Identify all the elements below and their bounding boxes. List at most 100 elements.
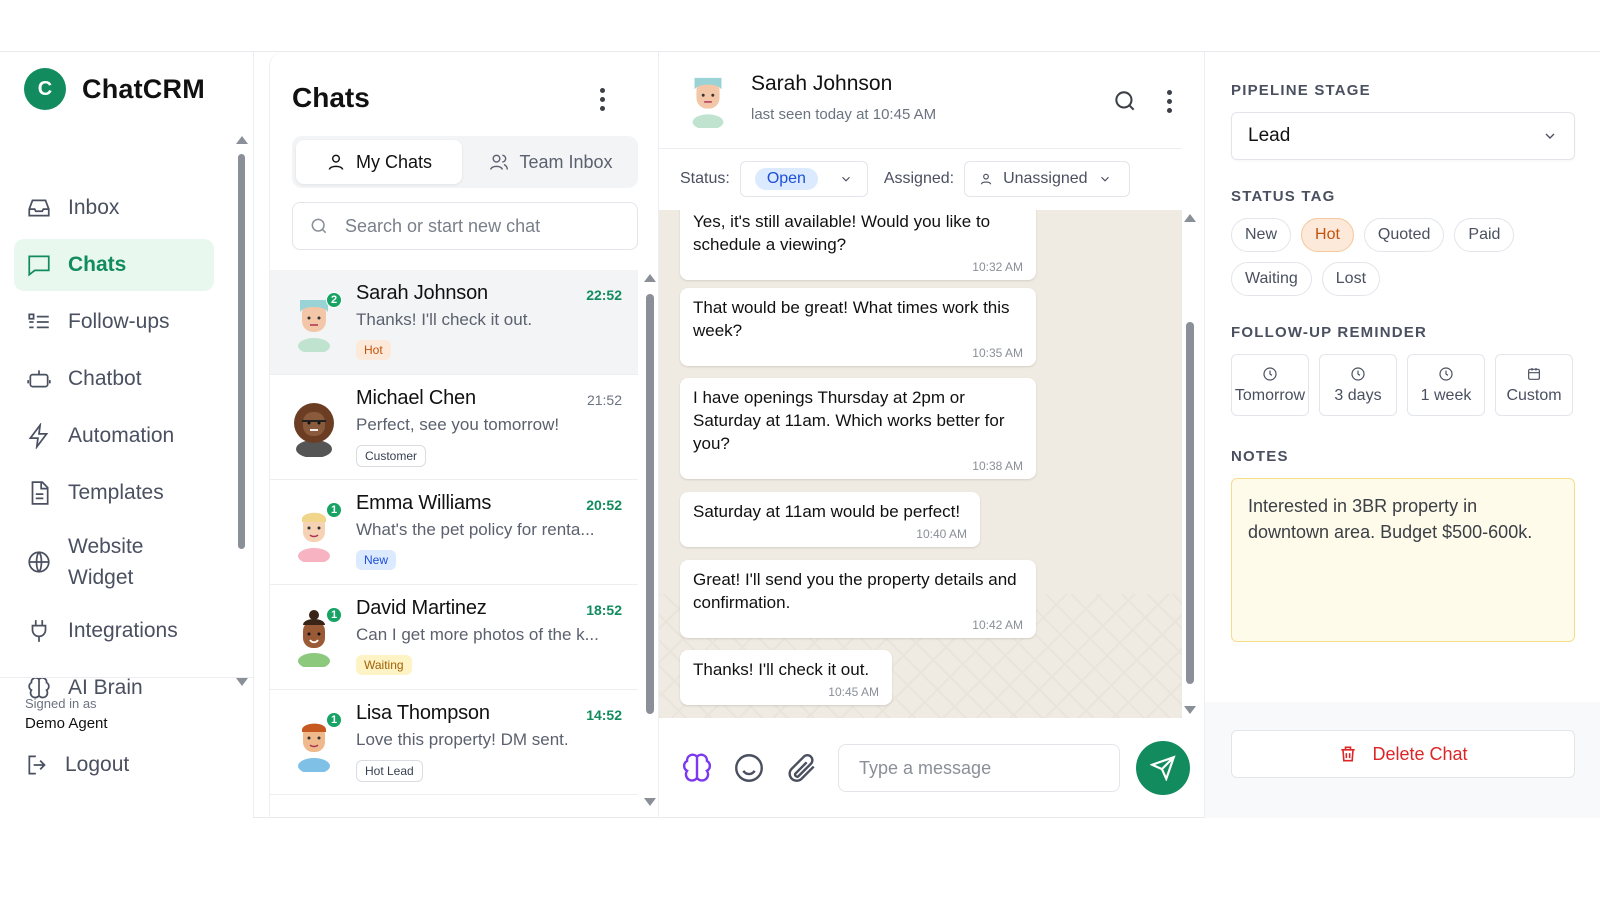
chat-tag: Waiting (356, 655, 412, 675)
message-text: Great! I'll send you the property detail… (693, 570, 1017, 612)
scroll-thumb[interactable] (238, 154, 245, 549)
reminder-1-week[interactable]: 1 week (1407, 354, 1485, 416)
reminder-3-days[interactable]: 3 days (1319, 354, 1397, 416)
message-bubble[interactable]: That would be great! What times work thi… (680, 288, 1036, 366)
logout-button[interactable]: Logout (25, 752, 253, 778)
send-button[interactable] (1136, 741, 1190, 795)
chat-time: 21:52 (586, 392, 622, 408)
message-time: 10:38 AM (972, 459, 1023, 473)
trash-icon (1341, 746, 1356, 762)
message-bubble[interactable]: Yes, it's still available! Would you lik… (680, 210, 1036, 280)
tab-label: My Chats (355, 151, 433, 172)
chat-item-lisa-thompson[interactable]: 1 Lisa Thompson 14:52 Love this property… (270, 690, 638, 795)
tab-team-inbox[interactable]: Team Inbox (468, 140, 634, 184)
chat-list-scrollbar[interactable] (644, 274, 656, 806)
sidebar-item-templates[interactable]: Templates (14, 467, 214, 519)
chat-time: 18:52 (586, 602, 622, 618)
assigned-select[interactable]: Unassigned (964, 160, 1131, 197)
delete-chat-button[interactable]: Delete Chat (1231, 730, 1575, 778)
status-tag-waiting[interactable]: Waiting (1231, 262, 1312, 296)
sidebar-item-chatbot[interactable]: Chatbot (14, 353, 214, 405)
pipeline-stage-heading: PIPELINE STAGE (1231, 82, 1371, 99)
search-input[interactable] (345, 215, 625, 237)
status-tag-heading: STATUS TAG (1231, 188, 1336, 205)
reminder-custom[interactable]: Custom (1495, 354, 1573, 416)
chat-item-emma-williams[interactable]: 1 Emma Williams 20:52 What's the pet pol… (270, 480, 638, 585)
chats-more-icon[interactable] (600, 88, 606, 112)
brand[interactable]: C ChatCRM (24, 68, 205, 110)
status-tag-lost[interactable]: Lost (1321, 262, 1381, 296)
message-text: That would be great! What times work thi… (693, 298, 1010, 340)
sidebar-item-inbox[interactable]: Inbox (14, 182, 214, 234)
user-icon (980, 173, 992, 185)
message-time: 10:35 AM (972, 346, 1023, 360)
chats-panel: Chats My Chats Team Inbox 2 Sarah Johnso… (269, 52, 659, 818)
chat-tag: Hot (356, 340, 391, 360)
emoji-button[interactable] (732, 751, 766, 785)
follow-up-options: Tomorrow 3 days 1 week Custom (1231, 354, 1573, 416)
logout-label: Logout (65, 753, 130, 776)
account-section: Signed in as Demo Agent Logout (0, 677, 253, 778)
pipeline-stage-select[interactable]: Lead (1231, 112, 1575, 160)
sidebar-item-website-widget[interactable]: Website Widget (14, 524, 214, 600)
sidebar-item-label: Follow-ups (68, 310, 170, 333)
sidebar-item-follow-ups[interactable]: Follow-ups (14, 296, 214, 348)
scroll-up-arrow-icon[interactable] (236, 136, 248, 144)
sidebar-scrollbar[interactable] (236, 136, 248, 686)
chat-item-michael-chen[interactable]: Michael Chen 21:52 Perfect, see you tomo… (270, 375, 638, 480)
notes-heading: NOTES (1231, 448, 1289, 465)
message-bubble[interactable]: Great! I'll send you the property detail… (680, 560, 1036, 638)
message-bubble[interactable]: Thanks! I'll check it out. 10:45 AM (680, 650, 892, 705)
status-select[interactable]: Open (739, 160, 868, 197)
pipeline-stage-value: Lead (1248, 125, 1291, 146)
chat-tag: New (356, 550, 397, 570)
ai-brain-button[interactable] (680, 751, 714, 785)
scroll-down-arrow-icon[interactable] (644, 798, 656, 806)
calendar-icon (1528, 367, 1540, 380)
sidebar-item-label: Chats (68, 253, 127, 276)
logout-icon (28, 755, 46, 775)
chat-item-sarah-johnson[interactable]: 2 Sarah Johnson 22:52 Thanks! I'll check… (270, 270, 638, 375)
chat-name: Emma Williams (356, 492, 492, 514)
status-tag-new[interactable]: New (1231, 218, 1292, 252)
search-icon (311, 218, 327, 234)
tab-my-chats[interactable]: My Chats (296, 140, 462, 184)
unread-badge: 1 (326, 712, 342, 728)
status-tag-quoted[interactable]: Quoted (1363, 218, 1445, 252)
details-panel: PIPELINE STAGE Lead STATUS TAG New Hot Q… (1204, 52, 1600, 818)
attach-button[interactable] (784, 751, 818, 785)
delete-chat-label: Delete Chat (1372, 743, 1468, 764)
message-bubble[interactable]: I have openings Thursday at 2pm or Satur… (680, 378, 1036, 479)
bolt-icon (28, 423, 49, 449)
chat-preview: Perfect, see you tomorrow! (356, 415, 560, 434)
conversation-more-icon[interactable] (1167, 90, 1173, 114)
sidebar-item-label: Automation (68, 424, 175, 447)
reminder-tomorrow[interactable]: Tomorrow (1231, 354, 1309, 416)
message-input[interactable] (838, 744, 1120, 792)
notes-textarea[interactable]: Interested in 3BR property in downtown a… (1231, 478, 1575, 642)
conversation-search-button[interactable] (1112, 88, 1138, 119)
unread-badge: 2 (326, 292, 342, 308)
chat-item-david-martinez[interactable]: 1 David Martinez 18:52 Can I get more ph… (270, 585, 638, 690)
scroll-thumb[interactable] (646, 294, 654, 714)
message-composer (659, 718, 1204, 818)
scroll-down-arrow-icon[interactable] (1184, 706, 1196, 714)
status-tag-paid[interactable]: Paid (1454, 218, 1515, 252)
chats-title: Chats (292, 82, 370, 113)
conversation-panel: Sarah Johnson last seen today at 10:45 A… (659, 52, 1204, 818)
sidebar-item-integrations[interactable]: Integrations (14, 605, 214, 657)
details-footer: Delete Chat (1205, 702, 1600, 818)
search-icon (1115, 91, 1135, 111)
sidebar-item-label: Website Widget (68, 535, 144, 589)
chat-preview: Love this property! DM sent. (356, 730, 569, 749)
chat-search (292, 202, 638, 250)
message-bubble[interactable]: Saturday at 11am would be perfect! 10:40… (680, 492, 980, 547)
status-tag-hot[interactable]: Hot (1301, 218, 1354, 252)
message-scrollbar[interactable] (1184, 214, 1196, 714)
scroll-up-arrow-icon[interactable] (644, 274, 656, 282)
scroll-thumb[interactable] (1186, 322, 1194, 684)
contact-name: Sarah Johnson (751, 72, 893, 95)
sidebar-item-automation[interactable]: Automation (14, 410, 214, 462)
scroll-up-arrow-icon[interactable] (1184, 214, 1196, 222)
sidebar-item-chats[interactable]: Chats (14, 239, 214, 291)
